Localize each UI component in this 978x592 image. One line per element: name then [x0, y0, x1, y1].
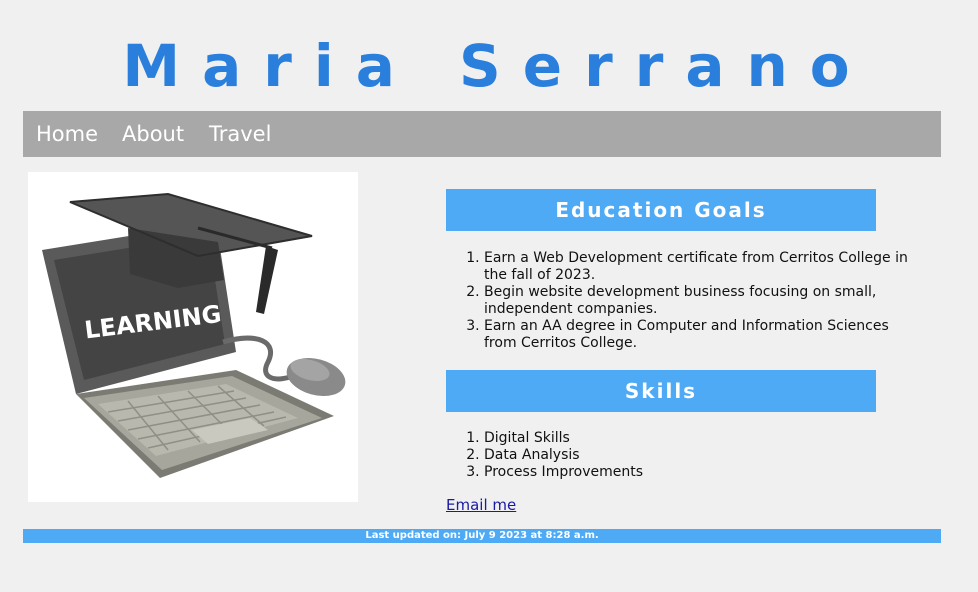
list-item: Data Analysis	[484, 447, 924, 464]
education-goals-list: Earn a Web Development certificate from …	[446, 250, 924, 352]
tassel-icon	[256, 246, 278, 314]
page: Maria Serrano Home About Travel LEARNING	[0, 0, 978, 592]
nav-bar: Home About Travel	[23, 111, 941, 157]
list-item: Process Improvements	[484, 464, 924, 481]
list-item: Digital Skills	[484, 430, 924, 447]
learning-image: LEARNING	[28, 172, 358, 502]
education-goals-heading: Education Goals	[446, 189, 876, 231]
email-link[interactable]: Email me	[446, 496, 516, 514]
list-item: Begin website development business focus…	[484, 284, 924, 318]
skills-heading: Skills	[446, 370, 876, 412]
nav-link-home[interactable]: Home	[36, 111, 98, 157]
skills-list: Digital Skills Data Analysis Process Imp…	[446, 430, 924, 481]
list-item: Earn an AA degree in Computer and Inform…	[484, 318, 924, 352]
footer-last-updated: Last updated on: July 9 2023 at 8:28 a.m…	[23, 529, 941, 543]
site-title: Maria Serrano	[122, 32, 872, 100]
list-item: Earn a Web Development certificate from …	[484, 250, 924, 284]
laptop-graduation-illustration: LEARNING	[42, 192, 346, 478]
nav-link-about[interactable]: About	[122, 111, 184, 157]
nav-link-travel[interactable]: Travel	[209, 111, 271, 157]
